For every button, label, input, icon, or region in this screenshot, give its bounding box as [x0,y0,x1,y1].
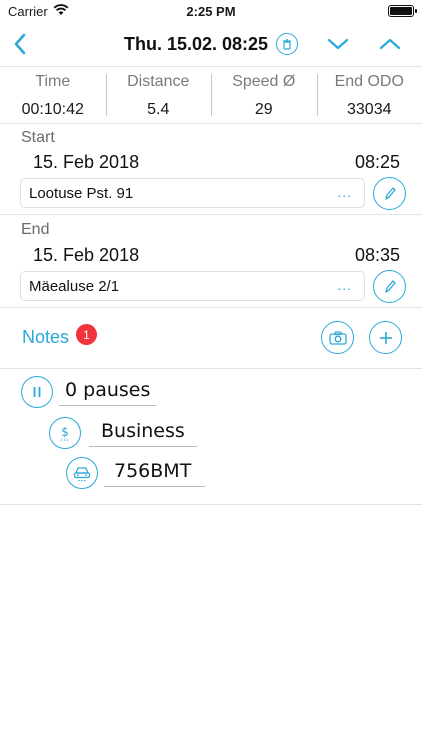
pencil-icon [384,186,396,200]
category-value[interactable]: Business [89,420,197,447]
start-address: Lootuse Pst. 91 [29,185,134,202]
end-address: Mäealuse 2/1 [29,278,120,295]
divider [0,123,422,124]
notes-link[interactable]: Notes [22,327,69,348]
plus-icon [379,331,392,344]
pauses-row[interactable]: 0 pauses [21,376,157,408]
page-title: Thu. 15.02. 08:25 [123,33,269,54]
stat-value: 33034 [347,101,392,118]
pause-icon [21,376,53,408]
camera-icon [328,330,347,345]
add-photo-button[interactable] [321,321,354,354]
end-time[interactable]: 08:35 [355,245,400,266]
delete-button[interactable] [276,33,299,55]
stat-label: End ODO [334,73,404,90]
trip-stats: Time 00:10:42 Distance 5.4 Speed Ø 29 En… [0,68,422,124]
divider [0,504,422,505]
end-datetime[interactable]: 15. Feb 2018 08:35 [33,245,400,266]
end-address-more-button[interactable]: ... [337,277,352,293]
stat-label: Time [35,73,71,90]
stat-speed: Speed Ø 29 [211,68,317,124]
svg-text:$: $ [61,425,69,439]
next-trip-button[interactable] [323,30,353,58]
divider [0,368,422,369]
stat-value: 29 [254,101,273,118]
stat-distance: Distance 5.4 [105,68,212,124]
stat-end-odo: End ODO 33034 [316,68,422,124]
add-note-button[interactable] [369,321,402,354]
chevron-up-icon [379,38,401,50]
previous-trip-button[interactable] [375,30,405,58]
edit-start-button[interactable] [373,177,406,210]
battery-icon [388,5,417,17]
stat-value: 00:10:42 [21,101,84,118]
end-address-field[interactable]: Mäealuse 2/1 ... [20,271,365,301]
vehicle-row[interactable]: 756BMT [66,457,206,489]
nav-bar: Thu. 15.02. 08:25 [0,22,422,66]
stat-time: Time 00:10:42 [0,68,106,124]
start-label: Start [21,129,55,146]
stat-label: Speed Ø [232,73,296,90]
start-date[interactable]: 15. Feb 2018 [33,152,139,173]
pencil-icon [384,279,396,293]
start-time[interactable]: 08:25 [355,152,400,173]
dollar-icon: $ [49,417,81,449]
start-address-more-button[interactable]: ... [337,184,352,200]
end-date[interactable]: 15. Feb 2018 [33,245,139,266]
divider [0,307,422,308]
edit-end-button[interactable] [373,270,406,303]
status-time: 2:25 PM [186,4,236,19]
start-datetime[interactable]: 15. Feb 2018 08:25 [33,152,400,173]
category-row[interactable]: $ Business [49,417,197,449]
notes-count-badge: 1 [76,324,97,345]
pauses-value[interactable]: 0 pauses [59,379,157,406]
stat-label: Distance [127,73,190,90]
divider [0,214,422,215]
trash-icon [283,38,292,50]
start-address-field[interactable]: Lootuse Pst. 91 ... [20,178,365,208]
vehicle-plate[interactable]: 756BMT [104,460,206,487]
nav-title-group: Thu. 15.02. 08:25 [0,22,422,66]
chevron-down-icon [327,38,349,50]
stat-value: 5.4 [147,101,170,118]
end-label: End [21,221,50,238]
car-icon [66,457,98,489]
divider [0,66,422,67]
status-bar: Carrier 2:25 PM [0,0,422,22]
